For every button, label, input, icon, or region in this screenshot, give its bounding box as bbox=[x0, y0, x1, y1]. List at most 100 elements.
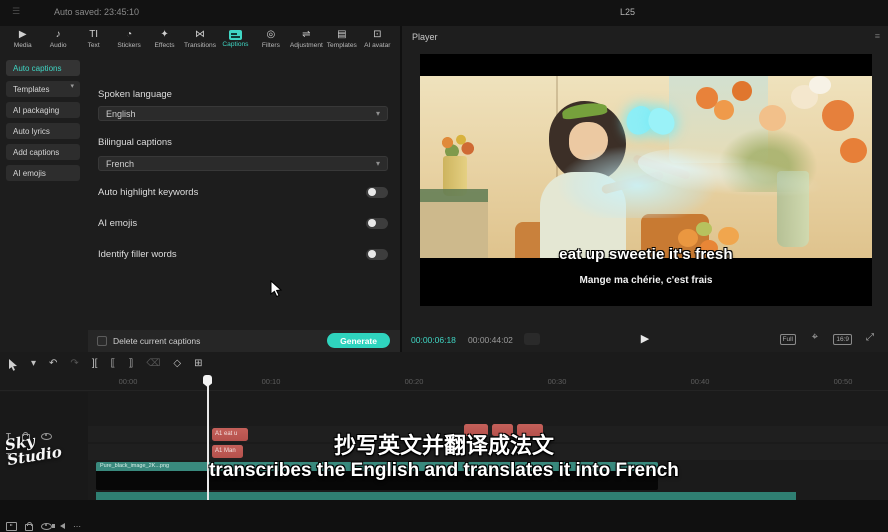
video-caption-french: Mange ma chérie, c'est frais bbox=[420, 275, 872, 286]
tab-media[interactable]: ▶Media bbox=[5, 28, 40, 56]
total-duration: 00:00:44:02 bbox=[468, 335, 513, 345]
generate-button[interactable]: Generate bbox=[327, 333, 390, 348]
media-icon: ▶ bbox=[19, 28, 27, 41]
text-icon: TI bbox=[89, 28, 98, 41]
scene-decoration bbox=[696, 222, 712, 237]
select-tool-icon[interactable] bbox=[8, 358, 18, 371]
tab-audio[interactable]: ♪Audio bbox=[40, 28, 75, 56]
setting-label: AI emojis bbox=[98, 218, 137, 229]
tab-templates[interactable]: ▤Templates bbox=[324, 28, 359, 56]
tab-label: AI avatar bbox=[364, 42, 390, 49]
ruler-label: 00:10 bbox=[262, 377, 281, 386]
toggle-ai-emojis[interactable] bbox=[366, 218, 388, 229]
tab-text[interactable]: TIText bbox=[76, 28, 111, 56]
setting-label: Identify filler words bbox=[98, 249, 177, 260]
track-clip-partial[interactable] bbox=[96, 492, 796, 500]
sidebar-item-label: Auto lyrics bbox=[13, 127, 50, 136]
tab-filters[interactable]: ◎Filters bbox=[253, 28, 288, 56]
setting-label: Auto highlight keywords bbox=[98, 187, 198, 198]
transitions-icon: ⋈ bbox=[195, 28, 205, 41]
overlay-icon[interactable]: ⊞ bbox=[194, 357, 202, 371]
spoken-language-select[interactable]: English ▾ bbox=[98, 106, 388, 121]
filters-icon: ◎ bbox=[267, 28, 276, 41]
spoken-language-label: Spoken language bbox=[98, 89, 172, 100]
scene-decoration bbox=[718, 227, 738, 245]
delete-icon: ⌫ bbox=[146, 357, 160, 371]
toggle-auto-highlight-keywords[interactable] bbox=[366, 187, 388, 198]
chevron-down-icon: ▾ bbox=[70, 82, 74, 90]
sidebar-item-templates[interactable]: Templates▾ bbox=[6, 81, 80, 97]
focus-icon[interactable]: ⌖ bbox=[812, 331, 818, 344]
delete-captions-checkbox[interactable] bbox=[97, 336, 107, 346]
toggle-knob bbox=[368, 250, 376, 258]
ruler-label: 00:30 bbox=[548, 377, 567, 386]
toggle-identify-filler-words[interactable] bbox=[366, 249, 388, 260]
tab-label: Adjustment bbox=[290, 42, 323, 49]
more-icon[interactable]: ⋯ bbox=[73, 522, 82, 531]
mask-icon[interactable]: ◇ bbox=[173, 357, 181, 371]
tab-label: Transitions bbox=[184, 42, 216, 49]
tab-stickers[interactable]: ◔Stickers bbox=[111, 28, 146, 56]
sidebar-item-add-captions[interactable]: Add captions bbox=[6, 144, 80, 160]
tab-label: Audio bbox=[50, 42, 67, 49]
tab-ai-avatar[interactable]: ⊡AI avatar bbox=[360, 28, 395, 56]
tab-captions[interactable]: Captions bbox=[218, 28, 253, 56]
ruler-label: 00:40 bbox=[691, 377, 710, 386]
toggle-knob bbox=[368, 219, 376, 227]
sidebar-item-auto-captions[interactable]: Auto captions bbox=[6, 60, 80, 76]
visibility-icon[interactable] bbox=[41, 523, 52, 530]
tab-adjustment[interactable]: ⇌Adjustment bbox=[289, 28, 324, 56]
scene-decoration bbox=[678, 229, 698, 247]
sidebar-item-ai-packaging[interactable]: AI packaging bbox=[6, 102, 80, 118]
adjustment-icon: ⇌ bbox=[302, 28, 310, 41]
captions-panel: ▶Media♪AudioTIText◔Stickers✦Effects⋈Tran… bbox=[0, 26, 400, 352]
toggle-knob bbox=[368, 188, 376, 196]
sidebar-item-auto-lyrics[interactable]: Auto lyrics bbox=[6, 123, 80, 139]
lock-icon[interactable] bbox=[25, 524, 33, 531]
player-menu-icon[interactable]: ≡ bbox=[875, 31, 880, 41]
bilingual-language-select[interactable]: French ▾ bbox=[98, 156, 388, 171]
tab-label: Captions bbox=[222, 41, 248, 48]
scene-decoration bbox=[420, 189, 488, 202]
tab-effects[interactable]: ✦Effects bbox=[147, 28, 182, 56]
video-track-icon bbox=[6, 522, 17, 531]
title-bar: ☰ Auto saved: 23:45:10 L25 bbox=[0, 0, 888, 26]
mouse-cursor bbox=[270, 280, 283, 302]
sidebar-item-ai-emojis[interactable]: AI emojis bbox=[6, 165, 80, 181]
ai-avatar-icon: ⊡ bbox=[373, 28, 381, 41]
generate-button-label: Generate bbox=[340, 336, 377, 346]
fullscreen-icon[interactable]: ⤢ bbox=[866, 332, 874, 343]
player-controls: 00:00:06:18 00:00:44:02 ▶ Full ⌖ 16:9 ⤢ bbox=[402, 328, 888, 352]
captions-footer: Delete current captions Generate bbox=[88, 330, 400, 352]
chevron-down-icon: ▾ bbox=[376, 159, 380, 168]
templates-icon: ▤ bbox=[337, 28, 346, 41]
trim-left-icon[interactable]: ⟦ bbox=[110, 357, 115, 371]
player-title: Player bbox=[412, 32, 438, 42]
media-tab-bar: ▶Media♪AudioTIText◔Stickers✦Effects⋈Tran… bbox=[0, 26, 400, 56]
video-caption-english: eat up sweetie it's fresh bbox=[420, 246, 872, 263]
redo-icon: ↷ bbox=[70, 357, 78, 371]
play-button[interactable]: ▶ bbox=[641, 332, 649, 345]
tab-label: Text bbox=[88, 42, 100, 49]
trim-right-icon[interactable]: ⟧ bbox=[128, 357, 133, 371]
tab-label: Filters bbox=[262, 42, 280, 49]
chevron-down-icon: ▾ bbox=[376, 109, 380, 118]
overlay-subtitle-chinese: 抄写英文并翻译成法文 bbox=[0, 428, 888, 460]
player-header: Player ≡ bbox=[402, 26, 888, 48]
select-tool-caret-icon[interactable]: ▾ bbox=[31, 357, 36, 371]
mute-icon[interactable] bbox=[60, 523, 65, 529]
tab-transitions[interactable]: ⋈Transitions bbox=[182, 28, 217, 56]
full-preview-button[interactable]: Full bbox=[780, 334, 796, 345]
autosave-status: Auto saved: 23:45:10 bbox=[54, 7, 139, 17]
stickers-icon: ◔ bbox=[126, 28, 132, 41]
disabled-button bbox=[524, 333, 540, 345]
tab-label: Templates bbox=[327, 42, 357, 49]
split-icon[interactable]: ][ bbox=[92, 357, 98, 371]
aspect-ratio-button[interactable]: 16:9 bbox=[833, 334, 852, 345]
scene-decoration bbox=[809, 76, 832, 94]
undo-icon[interactable]: ↶ bbox=[49, 357, 57, 371]
timeline-ruler[interactable]: 00:0000:1000:2000:3000:4000:50 bbox=[0, 374, 888, 391]
video-frame[interactable]: eat up sweetie it's fresh Mange ma chéri… bbox=[420, 54, 872, 306]
sidebar-item-label: Auto captions bbox=[13, 64, 61, 73]
menu-icon[interactable]: ☰ bbox=[12, 6, 20, 17]
